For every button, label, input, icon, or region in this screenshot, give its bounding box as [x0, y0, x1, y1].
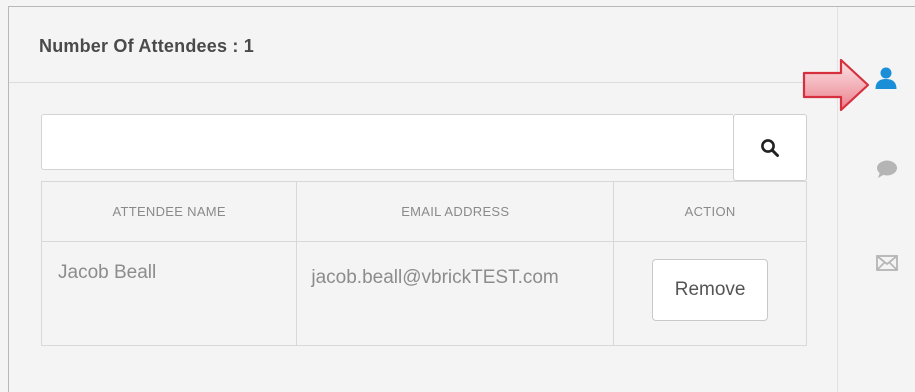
- search-input[interactable]: [41, 114, 733, 170]
- column-header-attendee-name: ATTENDEE NAME: [40, 181, 298, 242]
- attendee-action-cell: Remove: [613, 241, 807, 346]
- search-button[interactable]: [733, 114, 807, 181]
- chat-bubble-icon: [877, 160, 897, 178]
- column-header-action: ACTION: [613, 181, 807, 242]
- search-icon: [761, 138, 779, 157]
- attendee-count-title: Number Of Attendees : 1: [39, 36, 254, 56]
- remove-attendee-button[interactable]: Remove: [652, 259, 769, 321]
- attendees-panel-frame: Number Of Attendees : 1 ATTENDEE NAME EM…: [8, 6, 915, 392]
- attendee-email-cell: jacob.beall@vbrickTEST.com: [296, 241, 615, 346]
- attendee-table: ATTENDEE NAME EMAIL ADDRESS ACTION Jacob…: [40, 181, 807, 346]
- callout-arrow-icon: [802, 58, 870, 112]
- chat-tab[interactable]: [873, 157, 901, 181]
- email-tab[interactable]: [873, 253, 901, 273]
- attendees-panel: Number Of Attendees : 1 ATTENDEE NAME EM…: [9, 7, 838, 392]
- attendee-name-cell: Jacob Beall: [40, 241, 298, 346]
- envelope-icon: [876, 255, 898, 271]
- column-header-email-address: EMAIL ADDRESS: [296, 181, 615, 242]
- user-icon: [875, 67, 897, 89]
- panel-header: Number Of Attendees : 1: [9, 7, 838, 83]
- attendees-tab[interactable]: [871, 63, 901, 93]
- table-header-row: ATTENDEE NAME EMAIL ADDRESS ACTION: [40, 181, 807, 242]
- table-row: Jacob Beall jacob.beall@vbrickTEST.com R…: [40, 241, 807, 346]
